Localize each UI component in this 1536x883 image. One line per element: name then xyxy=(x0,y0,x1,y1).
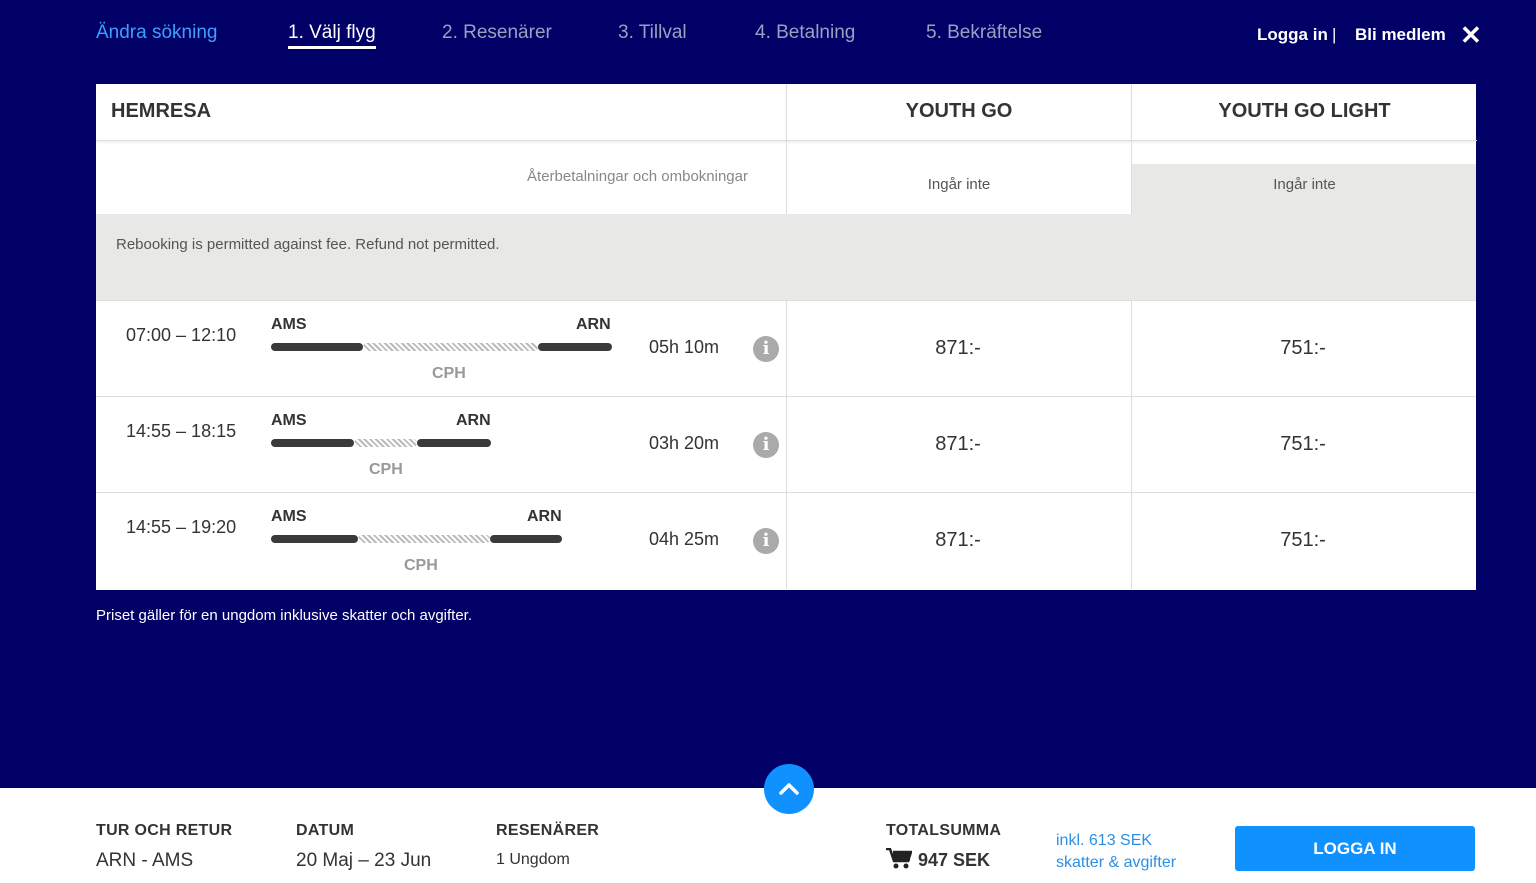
price-youth-go[interactable]: 871:- xyxy=(786,337,1130,360)
taxes-info[interactable]: inkl. 613 SEK skatter & avgifter xyxy=(1056,830,1176,874)
taxes-line-1: inkl. 613 SEK xyxy=(1056,832,1153,849)
nav-separator: | xyxy=(1332,25,1337,44)
trip-type-label: TUR OCH RETUR xyxy=(96,822,233,839)
step-3-addons: 3. Tillval xyxy=(618,22,687,43)
flight-duration: 04h 25m xyxy=(649,529,720,549)
price-youth-go-light[interactable]: 751:- xyxy=(1131,337,1475,360)
flight-row: 14:55 – 18:15 AMS ARN CPH 03h 20m i 871:… xyxy=(96,396,1476,493)
via-airport: CPH xyxy=(369,461,403,478)
total-label: TOTALSUMMA xyxy=(886,822,1002,839)
step-1-choose-flight[interactable]: 1. Välj flyg xyxy=(288,22,376,49)
destination-airport: ARN xyxy=(456,412,491,429)
trip-dates: 20 Maj – 23 Jun xyxy=(296,850,432,871)
fare-header-youth-go-light[interactable]: YOUTH GO LIGHT xyxy=(1131,84,1477,141)
step-5-confirmation: 5. Bekräftelse xyxy=(926,22,1043,43)
via-airport: CPH xyxy=(432,365,466,382)
close-icon[interactable]: ✕ xyxy=(1460,20,1482,51)
fare-header-youth-go[interactable]: YOUTH GO xyxy=(786,84,1131,141)
travellers-label: RESENÄRER xyxy=(496,822,600,839)
origin-airport: AMS xyxy=(271,412,307,429)
refund-note: Rebooking is permitted against fee. Refu… xyxy=(116,236,500,253)
leg-bar xyxy=(271,535,358,543)
refund-row-youth-go: Ingår inte xyxy=(786,140,1131,214)
layover-bar xyxy=(354,439,417,447)
fare-name: YOUTH GO xyxy=(905,100,1013,122)
flight-row: 07:00 – 12:10 AMS ARN CPH 05h 10m i 871:… xyxy=(96,300,1476,397)
leg-bar xyxy=(271,343,363,351)
table-header-title: HEMRESA xyxy=(96,84,786,141)
travellers-value: 1 Ungdom xyxy=(496,851,570,868)
origin-airport: AMS xyxy=(271,316,307,333)
info-icon[interactable]: i xyxy=(753,432,779,458)
flight-time: 14:55 – 19:20 xyxy=(126,517,237,537)
refund-row-youth-go-light: Ingår inte xyxy=(1131,140,1477,214)
refund-label: Återbetalningar och ombokningar xyxy=(527,168,748,185)
destination-airport: ARN xyxy=(576,316,611,333)
flight-time: 14:55 – 18:15 xyxy=(126,421,237,441)
step-2-travellers: 2. Resenärer xyxy=(442,22,552,43)
flight-duration: 05h 10m xyxy=(649,337,720,357)
price-youth-go-light[interactable]: 751:- xyxy=(1131,529,1475,552)
leg-bar xyxy=(538,343,612,351)
price-youth-go[interactable]: 871:- xyxy=(786,529,1130,552)
taxes-line-2: skatter & avgifter xyxy=(1056,854,1177,871)
layover-bar xyxy=(363,343,538,351)
destination-airport: ARN xyxy=(527,508,562,525)
login-link[interactable]: Logga in xyxy=(1257,25,1328,45)
refund-note-box: Rebooking is permitted against fee. Refu… xyxy=(96,214,1476,300)
step-4-payment: 4. Betalning xyxy=(755,22,856,43)
refund-value: Ingår inte xyxy=(927,176,991,193)
via-airport: CPH xyxy=(404,557,438,574)
refund-value: Ingår inte xyxy=(1273,176,1336,193)
origin-airport: AMS xyxy=(271,508,307,525)
price-note: Priset gäller för en ungdom inklusive sk… xyxy=(96,607,473,624)
flight-time: 07:00 – 12:10 xyxy=(126,325,237,345)
info-icon[interactable]: i xyxy=(753,336,779,362)
flight-duration: 03h 20m xyxy=(649,433,720,453)
price-youth-go[interactable]: 871:- xyxy=(786,433,1130,456)
info-icon[interactable]: i xyxy=(753,528,779,554)
change-search-link[interactable]: Ändra sökning xyxy=(96,22,217,44)
fare-name: YOUTH GO LIGHT xyxy=(1218,100,1391,122)
refund-row-label: Återbetalningar och ombokningar xyxy=(96,140,786,214)
flight-row: 14:55 – 19:20 AMS ARN CPH 04h 25m i 871:… xyxy=(96,492,1476,589)
table-title: HEMRESA xyxy=(111,100,212,122)
chevron-up-icon[interactable] xyxy=(764,764,814,814)
become-member-link[interactable]: Bli medlem xyxy=(1355,25,1446,45)
layover-bar xyxy=(358,535,490,543)
login-button[interactable]: LOGGA IN xyxy=(1235,826,1475,871)
price-youth-go-light[interactable]: 751:- xyxy=(1131,433,1475,456)
leg-bar xyxy=(417,439,491,447)
leg-bar xyxy=(271,439,354,447)
flight-table: HEMRESA YOUTH GO YOUTH GO LIGHT Återbeta… xyxy=(96,84,1477,590)
total-amount: 947 SEK xyxy=(918,850,991,870)
trip-route: ARN - AMS xyxy=(96,850,194,871)
leg-bar xyxy=(490,535,562,543)
top-navigation: Ändra sökning 1. Välj flyg 2. Resenärer … xyxy=(0,0,1536,84)
cart-icon xyxy=(886,847,913,875)
date-label: DATUM xyxy=(296,822,355,839)
